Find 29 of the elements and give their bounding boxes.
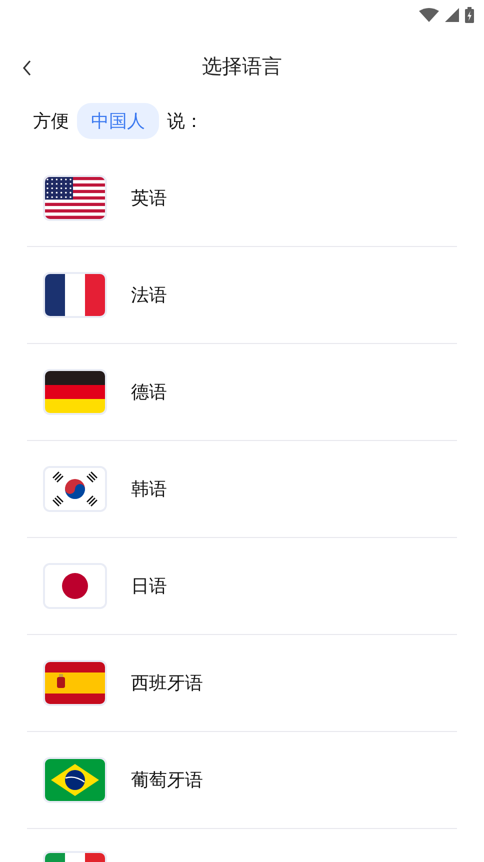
language-item[interactable]: 德语 xyxy=(27,344,457,441)
language-item[interactable]: 韩语 xyxy=(27,441,457,538)
language-name: 日语 xyxy=(131,575,167,598)
battery-icon xyxy=(465,7,474,23)
language-name: 德语 xyxy=(131,381,167,404)
disc-flag-icon xyxy=(43,563,107,609)
language-name: 西班牙语 xyxy=(131,672,203,695)
taegeuk-flag-icon xyxy=(43,466,107,512)
language-name: 葡萄牙语 xyxy=(131,769,203,792)
language-item[interactable]: 日语 xyxy=(27,538,457,635)
prompt-text: 说： xyxy=(167,110,203,133)
language-name: 韩语 xyxy=(131,478,167,501)
tricolor-flag-icon xyxy=(43,272,107,318)
striped-flag-icon xyxy=(43,660,107,706)
page-title: 选择语言 xyxy=(202,52,282,80)
language-name: 法语 xyxy=(131,284,167,307)
prompt-text: 方便 xyxy=(33,110,69,133)
nationality-chip[interactable]: 中国人 xyxy=(77,103,159,139)
wifi-icon xyxy=(419,8,439,22)
us-flag-icon xyxy=(43,175,107,221)
language-item[interactable]: 法语 xyxy=(27,247,457,344)
language-name: 英语 xyxy=(131,187,167,210)
language-item[interactable]: 英语 xyxy=(27,150,457,247)
diamond-flag-icon xyxy=(43,757,107,803)
language-item[interactable]: 葡萄牙语 xyxy=(27,732,457,829)
back-icon[interactable] xyxy=(22,60,32,76)
signal-icon xyxy=(445,8,459,22)
language-item[interactable]: 西班牙语 xyxy=(27,635,457,732)
striped-flag-icon xyxy=(43,369,107,415)
